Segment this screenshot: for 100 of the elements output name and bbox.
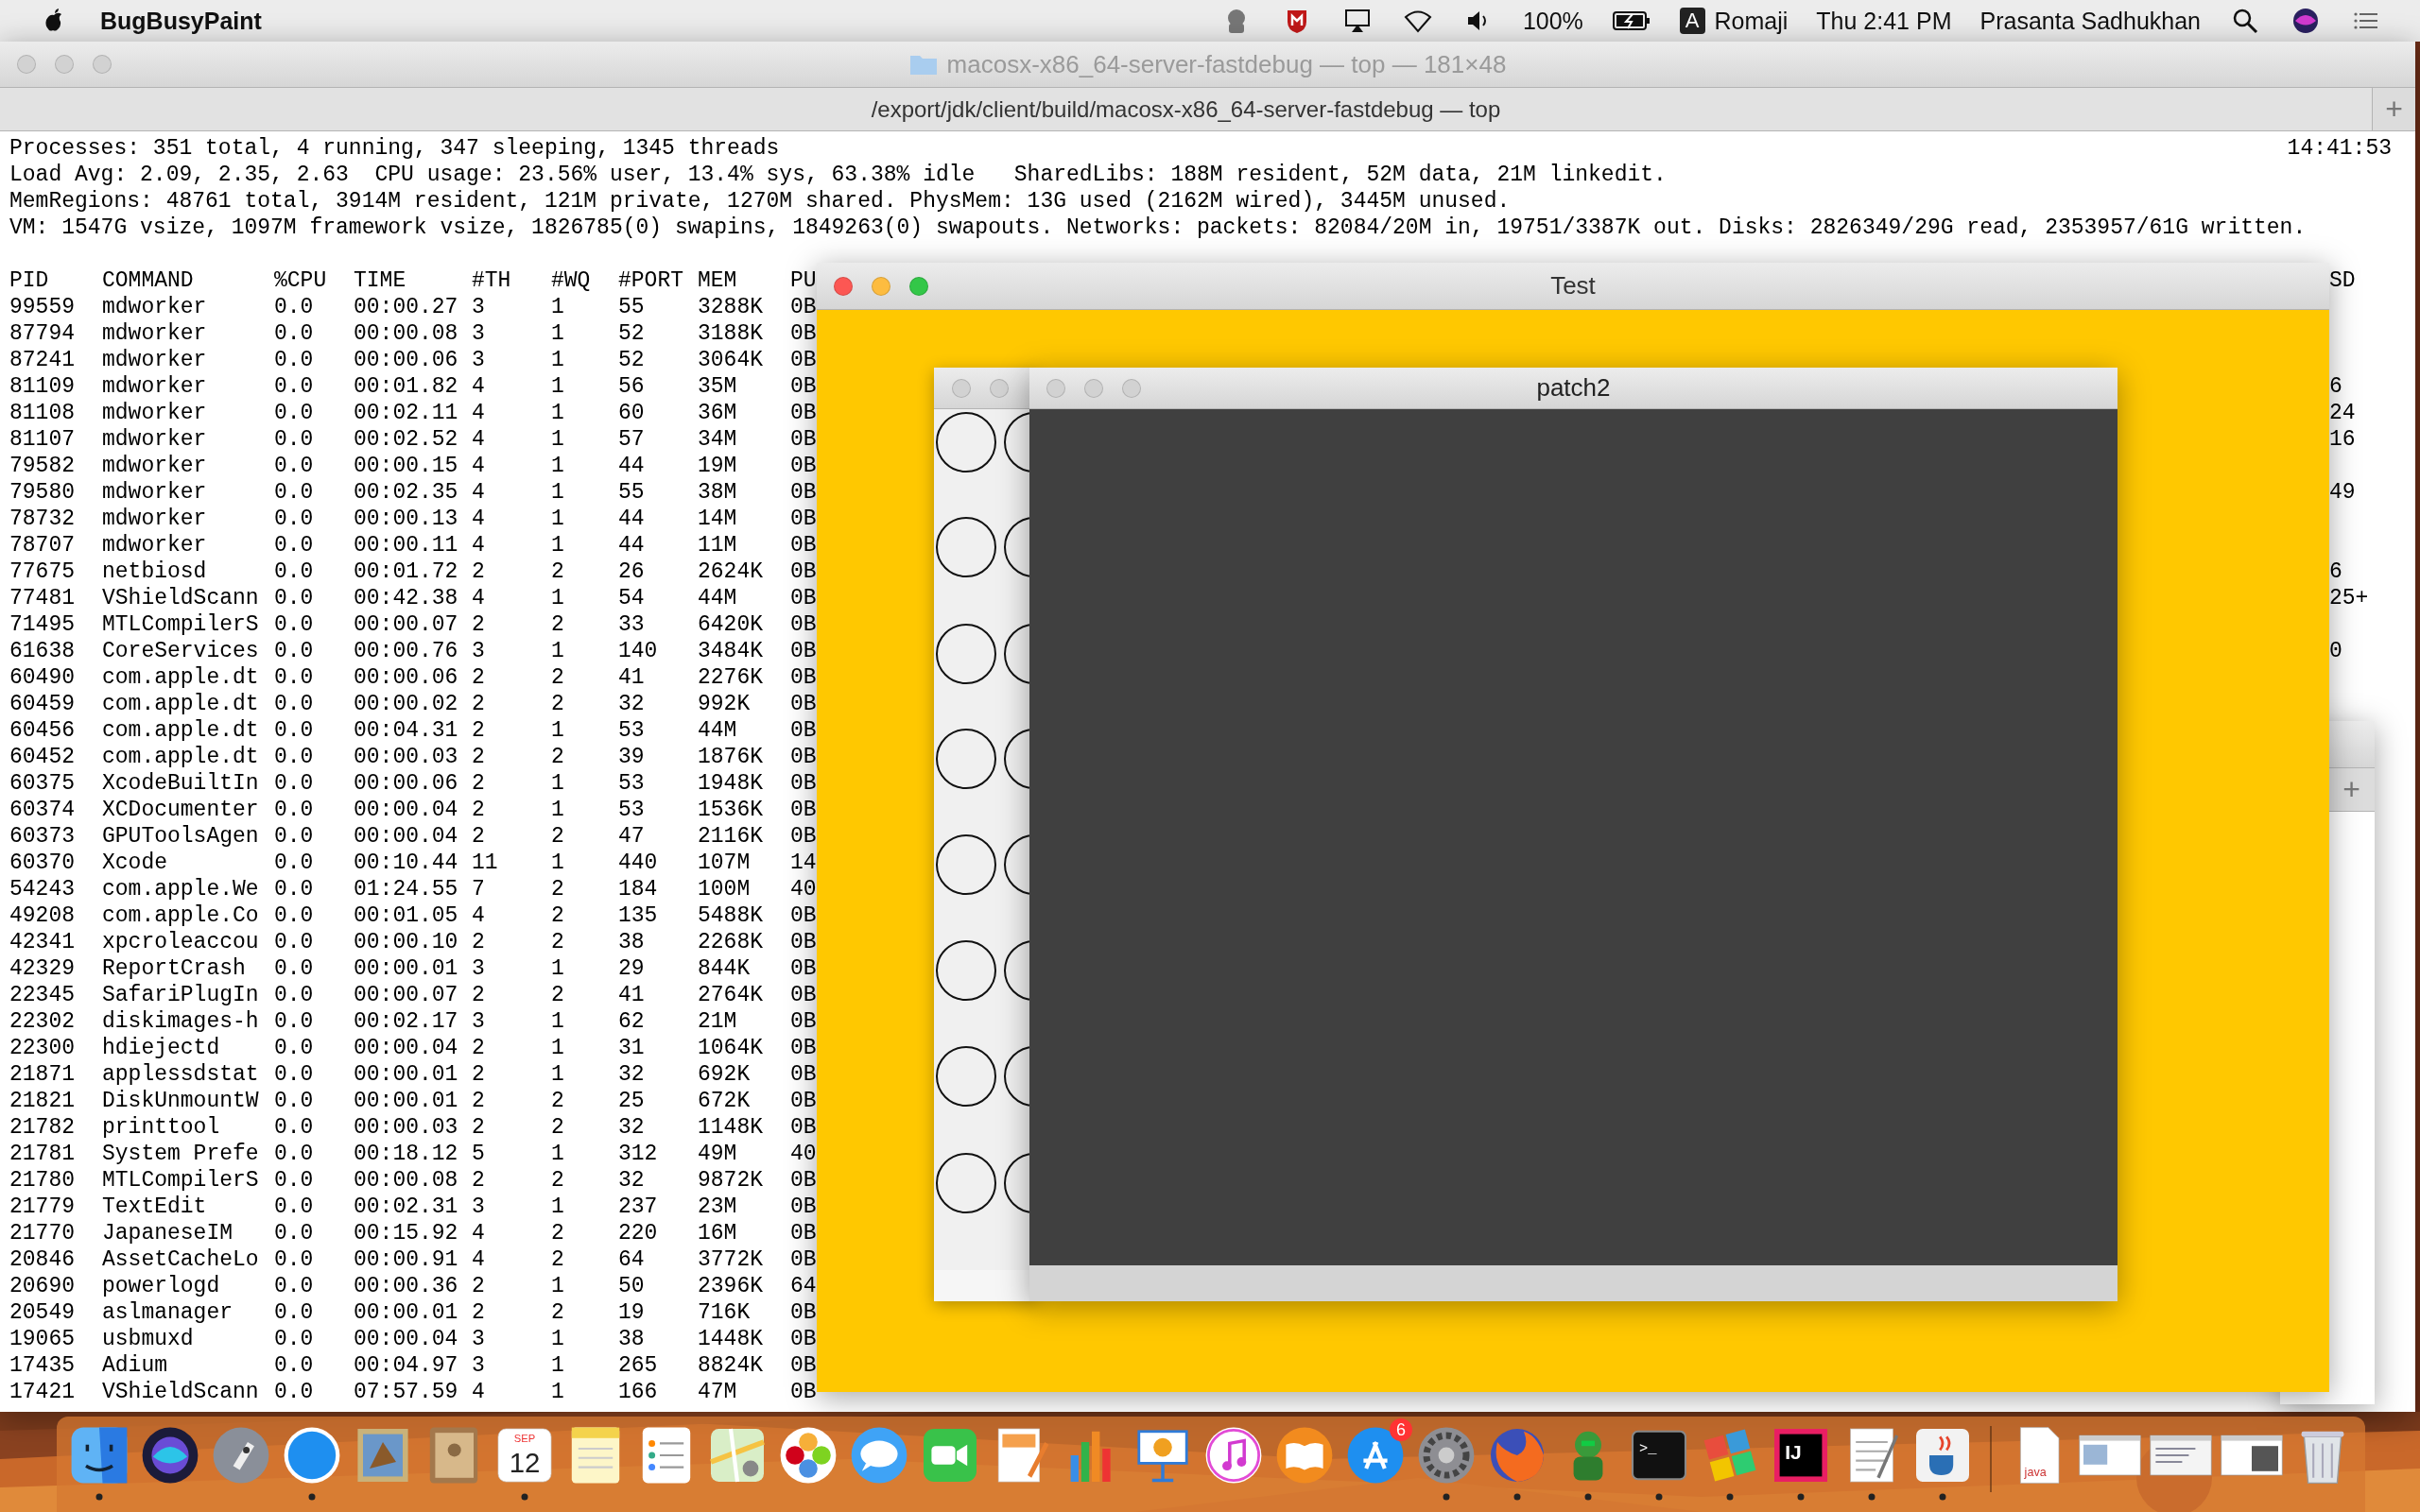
table-cell-text: 2	[551, 1246, 565, 1273]
table-cell-text: aslmanager	[102, 1299, 234, 1326]
table-cell-text: 1	[551, 717, 565, 744]
table-cell-text: 00:01.72	[354, 558, 459, 585]
table-cell-text: 0.0	[274, 797, 315, 823]
table-cell-text: 21871	[9, 1061, 76, 1088]
table-cell-text: 8824K	[698, 1352, 764, 1379]
table-cell: 0B	[790, 1061, 817, 1088]
table-cell-text: 44	[618, 506, 646, 532]
table-cell-text: 20846	[9, 1246, 76, 1273]
table-cell-text: com.apple.dt	[102, 664, 260, 691]
table-cell-text: 0.0	[274, 558, 315, 585]
table-cell-text: 87794	[9, 320, 76, 347]
table-cell: 40	[790, 876, 817, 902]
zoom-button[interactable]	[909, 276, 928, 296]
table-cell-text: 2	[551, 876, 565, 902]
table-cell-text: JapaneseIM	[102, 1220, 234, 1246]
battery-percentage[interactable]: 100%	[1522, 7, 1583, 35]
table-cell-text: 1	[551, 770, 565, 797]
table-cell-text: 0.0	[274, 400, 315, 426]
table-cell-text: 60490	[9, 664, 76, 691]
table-cell-text: 21780	[9, 1167, 76, 1194]
table-cell-text: 1	[551, 426, 565, 453]
table-cell-text: 1	[551, 347, 565, 373]
terminal-tab[interactable]: /export/jdk/client/build/macosx-x86_64-server-fastdebug — top	[0, 88, 2372, 130]
menu-clock[interactable]: Thu 2:41 PM	[1816, 7, 1952, 35]
table-cell-text: 0.0	[274, 1061, 315, 1088]
table-cell-text: 692K	[698, 1061, 752, 1088]
table-cell-text: 0.0	[274, 691, 315, 717]
table-cell: 0B	[790, 347, 817, 373]
table-cell-text: 19	[618, 1299, 646, 1326]
table-cell-text: 00:00.11	[354, 532, 459, 558]
notification-badge: 6	[1390, 1418, 1412, 1441]
user-name[interactable]: Prasanta Sadhukhan	[1979, 7, 2201, 35]
table-cell-text: 0.0	[274, 717, 315, 744]
table-cell-text: 42329	[9, 955, 76, 982]
input-source[interactable]: Romaji	[1714, 7, 1789, 35]
input-source-badge[interactable]: A	[1679, 8, 1705, 34]
table-cell-text: 2	[472, 823, 486, 850]
table-cell-text: 6	[2329, 558, 2343, 585]
table-cell-text: 3	[472, 294, 486, 320]
table-cell-text: ReportCrash	[102, 955, 247, 982]
table-cell-text: 2	[472, 744, 486, 770]
table-cell-text: 0.0	[274, 902, 315, 929]
table-cell: 0B	[790, 902, 817, 929]
table-cell-text: 1	[551, 320, 565, 347]
table-cell-text: 3	[472, 638, 486, 664]
table-cell-text: 1	[551, 373, 565, 400]
table-cell-text: 00:01.82	[354, 373, 459, 400]
table-cell: 0B	[790, 453, 817, 479]
table-cell-text: 52	[618, 347, 646, 373]
table-cell-text: mdworker	[102, 400, 208, 426]
table-cell-text: 2	[472, 1114, 486, 1141]
table-cell-text: 47M	[698, 1379, 738, 1405]
table-cell: 0B	[790, 1220, 817, 1246]
column-header: PU	[790, 267, 817, 294]
table-cell-text: 0.0	[274, 770, 315, 797]
table-cell-text: 2764K	[698, 982, 764, 1008]
table-cell-text: 35M	[698, 373, 738, 400]
table-cell-text: 3	[472, 1008, 486, 1035]
table-cell-text: 87241	[9, 347, 76, 373]
table-cell-text: 16	[2329, 426, 2357, 453]
app-name[interactable]: BugBusyPaint	[100, 7, 262, 35]
table-cell: 0B	[790, 532, 817, 558]
table-cell-text: VShieldScann	[102, 1379, 260, 1405]
table-cell-text: 81108	[9, 400, 76, 426]
table-cell-text: TextEdit	[102, 1194, 208, 1220]
table-cell-text: 4	[472, 1379, 486, 1405]
table-cell-text: 31	[618, 1035, 646, 1061]
table-cell-text: 56	[618, 373, 646, 400]
table-cell-text: 1	[551, 1194, 565, 1220]
table-cell-text: 0.0	[274, 479, 315, 506]
close-button[interactable]	[834, 276, 853, 296]
table-cell: 64	[790, 1273, 817, 1299]
table-cell-text: 49M	[698, 1141, 738, 1167]
table-cell-text: 2	[472, 1299, 486, 1326]
table-cell-text: 2	[551, 1220, 565, 1246]
table-cell-text: 2	[551, 1167, 565, 1194]
table-cell-text: 3772K	[698, 1246, 764, 1273]
table-cell-text: 00:42.38	[354, 585, 459, 611]
table-cell-text: 23M	[698, 1194, 738, 1220]
table-cell: 0B	[790, 1246, 817, 1273]
table-cell-text: 20549	[9, 1299, 76, 1326]
table-cell-text: 36M	[698, 400, 738, 426]
table-cell-text: 00:00.01	[354, 1299, 459, 1326]
table-cell-text: 41	[618, 982, 646, 1008]
table-cell-text: 6	[2329, 373, 2343, 400]
table-cell-text: 61638	[9, 638, 76, 664]
table-cell-text: 0.0	[274, 347, 315, 373]
table-cell-text: 100M	[698, 876, 752, 902]
table-cell-text: com.apple.We	[102, 876, 260, 902]
table-cell-text: 60375	[9, 770, 76, 797]
table-cell-text: AssetCacheLo	[102, 1246, 260, 1273]
table-cell-text: 21821	[9, 1088, 76, 1114]
table-cell-text: 2	[551, 1299, 565, 1326]
table-cell-text: 60373	[9, 823, 76, 850]
table-cell-text: 00:10.44	[354, 850, 459, 876]
table-cell-text: 29	[618, 955, 646, 982]
table-cell-text: 0.0	[274, 1352, 315, 1379]
table-cell-text: hdiejectd	[102, 1035, 221, 1061]
